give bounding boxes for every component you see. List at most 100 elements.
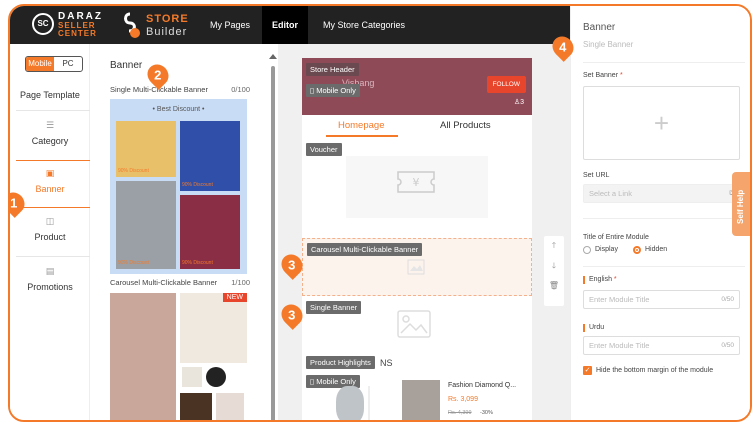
- product-photo: [216, 393, 244, 420]
- product-photo: [110, 293, 176, 420]
- scroll-up-arrow-icon[interactable]: [269, 54, 277, 59]
- move-up-icon[interactable]: 🡑: [544, 236, 564, 256]
- component-carousel-multi-clickable[interactable]: Carousel Multi-Clickable Banner 1/100: [110, 278, 250, 287]
- daraz-logo[interactable]: SC DARAZ SELLER CENTER: [32, 12, 116, 38]
- toggle-mobile[interactable]: Mobile: [26, 57, 54, 71]
- svg-text:¥: ¥: [413, 176, 420, 189]
- product-old-price: Rs. 4,399: [448, 410, 472, 416]
- panel-scrollbar[interactable]: [268, 44, 278, 420]
- module-label-single-banner: Single Banner: [306, 301, 362, 314]
- banner-upload-box[interactable]: +: [583, 86, 740, 160]
- link-select[interactable]: Select a Link ⧉: [583, 184, 740, 203]
- char-count: 0/50: [721, 342, 734, 349]
- mobile-preview: Store Header Vishang ▯ Mobile Only FOLLO…: [302, 58, 532, 420]
- product-photo: [180, 293, 247, 363]
- follow-button[interactable]: FOLLOW: [486, 76, 526, 93]
- divider: [583, 266, 745, 267]
- mobile-only-badge: ▯ Mobile Only: [306, 84, 360, 97]
- settings-title: Banner: [583, 22, 616, 33]
- product-photo: [206, 367, 226, 387]
- sidebar-item-label: Product: [34, 232, 66, 242]
- new-badge: NEW: [222, 293, 247, 302]
- sidebar-item-banner[interactable]: ▣ Banner: [10, 168, 90, 194]
- settings-panel: Banner Single Banner Set Banner * + Set …: [570, 6, 750, 420]
- editor-canvas: Store Header Vishang ▯ Mobile Only FOLLO…: [278, 44, 570, 420]
- hide-margin-label: Hide the bottom margin of the module: [596, 367, 714, 374]
- urdu-label: Urdu: [589, 324, 605, 331]
- char-count: 0/50: [721, 296, 734, 303]
- component-single-multi-clickable[interactable]: Single Multi-Clickable Banner 0/100: [110, 85, 250, 94]
- product-photo: [182, 367, 202, 387]
- store-header-module[interactable]: Store Header Vishang ▯ Mobile Only FOLLO…: [302, 58, 532, 115]
- product-photo: 90% Discount: [180, 121, 240, 191]
- nav-my-pages[interactable]: My Pages: [200, 6, 260, 44]
- voucher-icon: ¥: [397, 171, 435, 193]
- product-photo: [336, 386, 364, 420]
- toggle-pc[interactable]: PC: [54, 57, 82, 71]
- module-label-product-highlights: Product Highlights: [306, 356, 375, 369]
- sidebar-item-promotions[interactable]: ▤ Promotions: [10, 266, 90, 292]
- logo-badge: SC: [32, 13, 54, 35]
- radio-display[interactable]: [583, 246, 591, 254]
- voucher-module[interactable]: Voucher ¥: [302, 140, 532, 220]
- scrollbar-thumb[interactable]: [271, 66, 275, 420]
- radio-display-label: Display: [595, 246, 618, 253]
- product-photo: [180, 393, 212, 420]
- product-photo: [402, 380, 440, 420]
- sidebar-item-label: Banner: [35, 184, 65, 194]
- urdu-title-input[interactable]: Enter Module Title 0/50: [583, 336, 740, 355]
- single-banner-module[interactable]: Single Banner: [302, 299, 532, 351]
- component-name: Carousel Multi-Clickable Banner: [110, 278, 218, 287]
- module-heading-tail: NS: [380, 358, 393, 368]
- plus-icon: +: [653, 108, 670, 138]
- carousel-banner-module[interactable]: Carousel Multi-Clickable Banner: [302, 238, 532, 296]
- sidebar-item-label: Promotions: [27, 282, 73, 292]
- store-tabs: Homepage All Products: [302, 115, 532, 137]
- product-photo: 90% Discount: [180, 195, 240, 269]
- product-photo: 90% Discount: [116, 121, 176, 177]
- set-url-label: Set URL: [583, 172, 610, 179]
- divider: [583, 62, 745, 63]
- sidebar-item-product[interactable]: ◫ Product: [10, 216, 90, 242]
- self-help-button[interactable]: Self Help: [732, 172, 750, 236]
- tab-all-products[interactable]: All Products: [440, 120, 491, 131]
- store-label: STORE: [146, 13, 189, 25]
- store-builder-icon: [124, 12, 140, 38]
- left-nav: Mobile PC Page Template ☰ Category ▣ Ban…: [10, 44, 90, 420]
- device-toggle[interactable]: Mobile PC: [25, 56, 83, 72]
- app-frame: SC DARAZ SELLER CENTER STORE Builder My …: [8, 4, 752, 422]
- builder-label: Builder: [146, 26, 188, 38]
- settings-subtitle: Single Banner: [583, 40, 634, 49]
- divider: [16, 110, 90, 111]
- image-placeholder-icon: [407, 259, 425, 275]
- title-module-label: Title of Entire Module: [583, 234, 649, 241]
- module-label-carousel: Carousel Multi-Clickable Banner: [307, 243, 423, 256]
- active-tab-underline: [326, 135, 398, 137]
- nav-editor[interactable]: Editor: [262, 6, 308, 44]
- hide-margin-checkbox[interactable]: ✓: [583, 366, 592, 375]
- module-label-voucher: Voucher: [306, 143, 342, 156]
- sidebar-item-page-template[interactable]: Page Template: [10, 90, 90, 100]
- english-label: English *: [589, 276, 617, 283]
- divider: [16, 256, 90, 257]
- product-title: Fashion Diamond Q...: [448, 382, 517, 389]
- component-thumbnail-carousel[interactable]: NEW: [110, 293, 247, 420]
- list-icon: ☰: [45, 120, 55, 130]
- followers-count: ♙3: [513, 99, 524, 106]
- english-title-input[interactable]: Enter Module Title 0/50: [583, 290, 740, 309]
- product-highlights-module[interactable]: Product Highlights NS ▯ Mobile Only Fash…: [302, 356, 532, 420]
- move-down-icon[interactable]: 🡓: [544, 256, 564, 276]
- product-price: Rs. 3,099: [448, 396, 478, 403]
- tab-homepage[interactable]: Homepage: [338, 120, 384, 131]
- component-thumbnail-single[interactable]: • Best Discount • 90% Discount 90% Disco…: [110, 99, 247, 274]
- nav-my-store-categories[interactable]: My Store Categories: [313, 6, 415, 44]
- sidebar-item-category[interactable]: ☰ Category: [10, 120, 90, 146]
- box-icon: ◫: [45, 216, 55, 226]
- best-discount-label: • Best Discount •: [152, 106, 205, 113]
- set-banner-label: Set Banner *: [583, 72, 623, 79]
- radio-hidden[interactable]: [633, 246, 641, 254]
- panel-title: Banner: [110, 60, 143, 71]
- logo-line-3: CENTER: [58, 29, 97, 38]
- top-bar: SC DARAZ SELLER CENTER STORE Builder My …: [10, 6, 572, 44]
- delete-icon[interactable]: 🗑: [544, 276, 564, 296]
